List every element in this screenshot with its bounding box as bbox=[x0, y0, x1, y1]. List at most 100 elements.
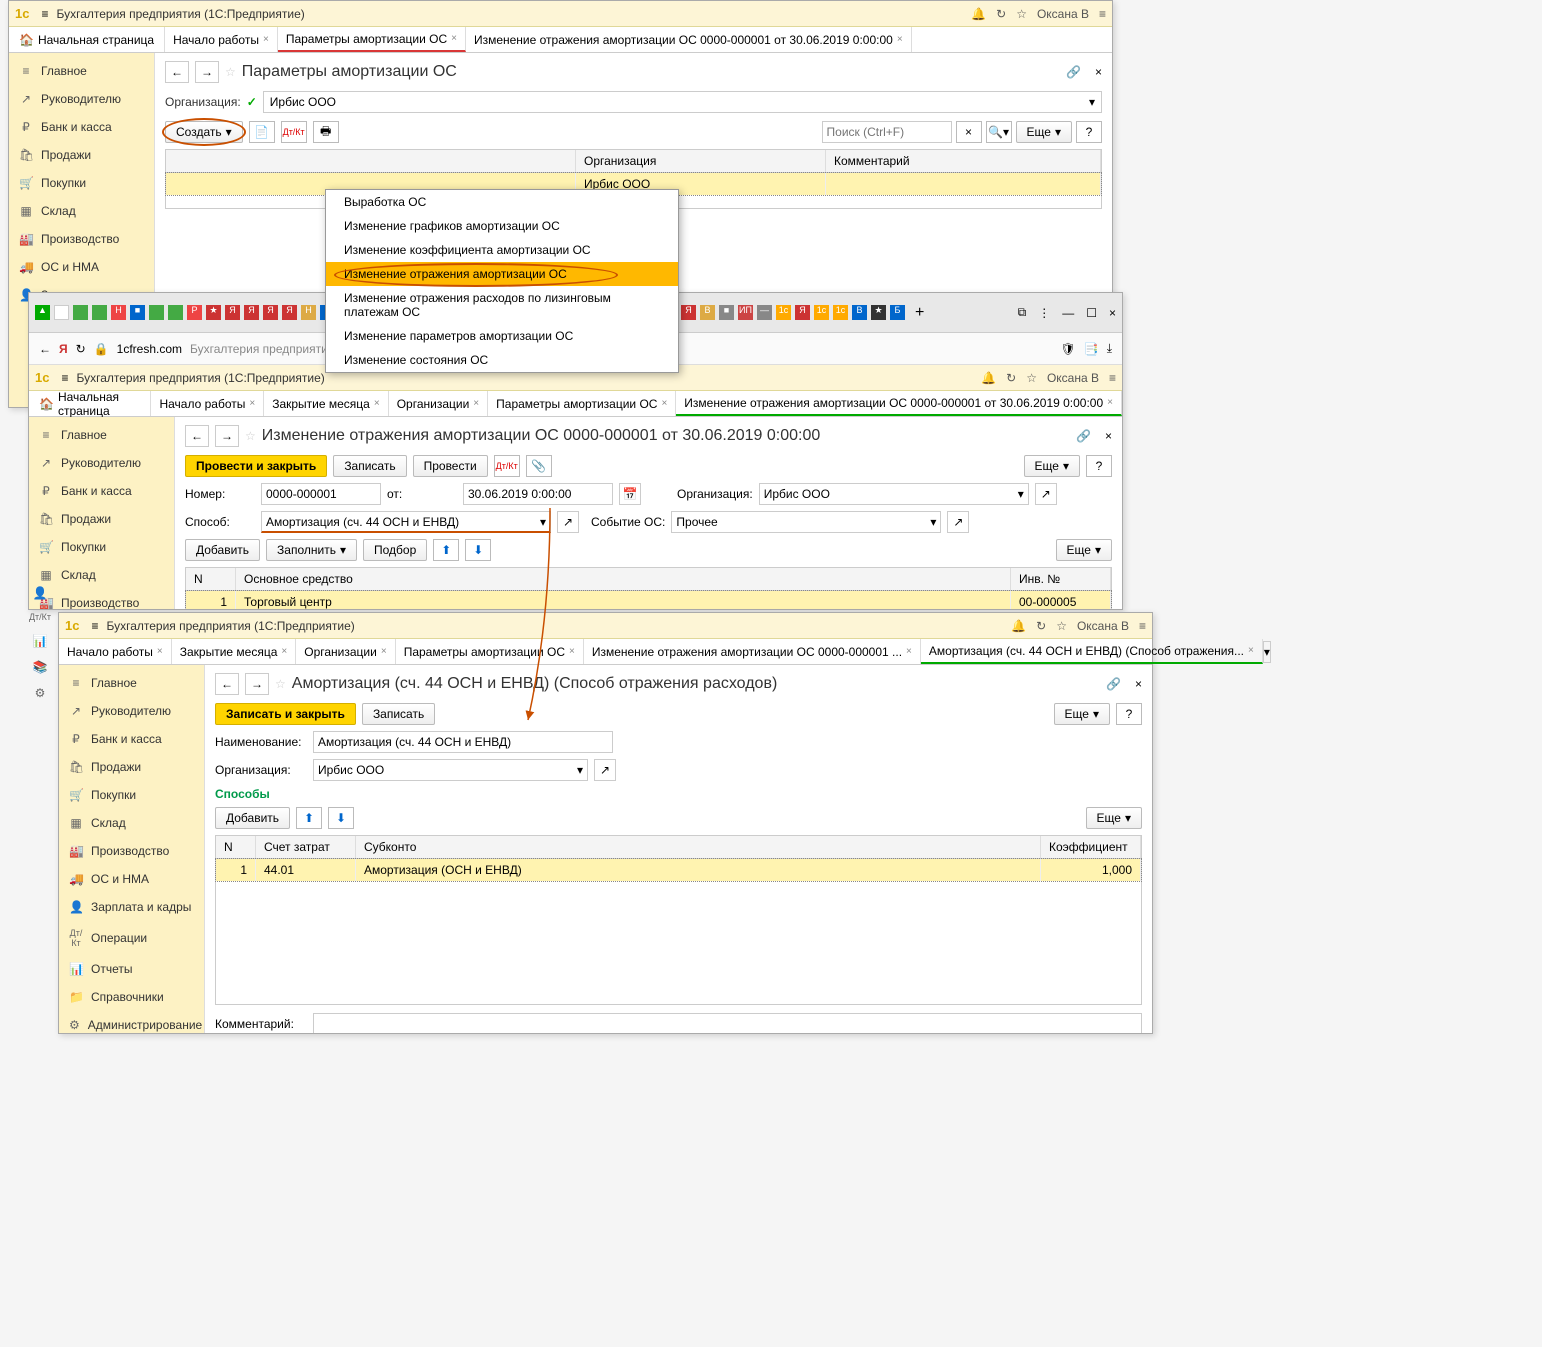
open-method-icon[interactable]: ↗ bbox=[557, 511, 579, 533]
post-button[interactable]: Провести bbox=[413, 455, 488, 477]
close-page-icon[interactable]: × bbox=[1135, 677, 1142, 691]
tab[interactable]: Закрытие месяца× bbox=[264, 391, 389, 416]
open-icon[interactable]: ↗ bbox=[1035, 483, 1057, 505]
sidebar-item-bank[interactable]: ₽Банк и касса bbox=[59, 725, 204, 753]
menu-icon[interactable]: ≡ bbox=[91, 619, 98, 633]
print-button[interactable]: 🖶 bbox=[313, 121, 339, 143]
down-button[interactable]: ⬇ bbox=[328, 807, 354, 829]
more-button[interactable]: Еще ▾ bbox=[1086, 807, 1142, 829]
org-input[interactable]: Ирбис ООО▾ bbox=[759, 483, 1029, 505]
forward-button[interactable]: → bbox=[245, 673, 269, 695]
sidebar-item-sales[interactable]: 🛍Продажи bbox=[9, 141, 154, 169]
menu-icon[interactable]: ≡ bbox=[61, 371, 68, 385]
close-page-icon[interactable]: × bbox=[1105, 429, 1112, 443]
up-button[interactable]: ⬆ bbox=[296, 807, 322, 829]
open-org-icon[interactable]: ↗ bbox=[594, 759, 616, 781]
col-coef[interactable]: Коэффициент bbox=[1041, 836, 1141, 858]
dd-item-selected[interactable]: Изменение отражения амортизации ОС bbox=[326, 262, 678, 286]
write-button[interactable]: Записать bbox=[333, 455, 406, 477]
write-close-button[interactable]: Записать и закрыть bbox=[215, 703, 356, 725]
help-button[interactable]: ? bbox=[1076, 121, 1102, 143]
user-menu-icon[interactable]: ≡ bbox=[1139, 619, 1146, 633]
copy-button[interactable]: 📄 bbox=[249, 121, 275, 143]
sidebar-item-sales[interactable]: 🛍Продажи bbox=[29, 505, 174, 533]
tab[interactable]: Изменение отражения амортизации ОС 0000-… bbox=[584, 639, 921, 664]
down-button[interactable]: ⬇ bbox=[465, 539, 491, 561]
check-icon[interactable]: ✓ bbox=[247, 95, 257, 109]
tab-dropdown[interactable]: ▾ bbox=[1263, 641, 1271, 663]
sidebar-item-warehouse[interactable]: ▦Склад bbox=[9, 197, 154, 225]
back-button[interactable]: ← bbox=[185, 425, 209, 447]
tab-start[interactable]: Начало работы× bbox=[165, 27, 278, 52]
col-org[interactable]: Организация bbox=[576, 150, 826, 172]
star-icon[interactable]: ☆ bbox=[1056, 619, 1067, 633]
open-event-icon[interactable]: ↗ bbox=[947, 511, 969, 533]
comment-input[interactable] bbox=[313, 1013, 1142, 1033]
tab-home[interactable]: 🏠Начальная страница bbox=[9, 27, 165, 52]
sidebar-item-admin[interactable]: ⚙Администрирование bbox=[59, 1011, 204, 1033]
help-button[interactable]: ? bbox=[1116, 703, 1142, 725]
link-icon[interactable]: 🔗 bbox=[1076, 429, 1091, 443]
sidebar-item-production[interactable]: 🏭Производство bbox=[59, 837, 204, 865]
back-icon[interactable]: ← bbox=[39, 342, 51, 356]
col-sub[interactable]: Субконто bbox=[356, 836, 1041, 858]
search-button[interactable]: 🔍▾ bbox=[986, 121, 1012, 143]
grid-row[interactable]: 1 44.01 Амортизация (ОСН и ЕНВД) 1,000 bbox=[216, 859, 1141, 881]
tab[interactable]: Начало работы× bbox=[59, 639, 172, 664]
tab[interactable]: Параметры амортизации ОС× bbox=[396, 639, 584, 664]
dd-item[interactable]: Изменение состояния ОС bbox=[326, 348, 678, 372]
maximize-icon[interactable]: ☐ bbox=[1086, 306, 1097, 320]
sidebar-item-os[interactable]: 🚚ОС и НМА bbox=[9, 253, 154, 281]
user-label[interactable]: Оксана В bbox=[1077, 619, 1129, 633]
user-menu-icon[interactable]: ≡ bbox=[1109, 371, 1116, 385]
event-input[interactable]: Прочее▾ bbox=[671, 511, 941, 533]
sidebar-item-main[interactable]: ≡Главное bbox=[29, 421, 174, 449]
sidebar-item-main[interactable]: ≡Главное bbox=[59, 669, 204, 697]
history-icon[interactable]: ↻ bbox=[996, 7, 1006, 21]
sidebar-item-sales[interactable]: 🛍Продажи bbox=[59, 753, 204, 781]
sidebar-item-purchases[interactable]: 🛒Покупки bbox=[9, 169, 154, 197]
window-menu-icon[interactable]: ⋮ bbox=[1038, 306, 1050, 320]
user-label[interactable]: Оксана В bbox=[1037, 7, 1089, 21]
shield-icon[interactable]: 🛡 bbox=[1061, 342, 1076, 356]
fill-button[interactable]: Заполнить ▾ bbox=[266, 539, 357, 561]
close-icon[interactable]: × bbox=[263, 34, 269, 45]
star-icon[interactable]: ☆ bbox=[1026, 371, 1037, 385]
org-input[interactable]: Ирбис ООО▾ bbox=[313, 759, 588, 781]
sidebar-item-manager[interactable]: ↗Руководителю bbox=[29, 449, 174, 477]
sidebar-item-manager[interactable]: ↗Руководителю bbox=[59, 697, 204, 725]
sidebar-item-production[interactable]: 🏭Производство bbox=[9, 225, 154, 253]
sidebar-item-manager[interactable]: ↗Руководителю bbox=[9, 85, 154, 113]
sidebar-item-warehouse[interactable]: ▦Склад bbox=[59, 809, 204, 837]
history-icon[interactable]: ↻ bbox=[1036, 619, 1046, 633]
tab-params[interactable]: Параметры амортизации ОС× bbox=[278, 27, 466, 52]
date-input[interactable]: 30.06.2019 0:00:00 bbox=[463, 483, 613, 505]
tab[interactable]: Параметры амортизации ОС× bbox=[488, 391, 676, 416]
tab[interactable]: Организации× bbox=[296, 639, 395, 664]
dd-item[interactable]: Изменение коэффициента амортизации ОС bbox=[326, 238, 678, 262]
more-button[interactable]: Еще ▾ bbox=[1056, 539, 1112, 561]
rail-folder-icon[interactable]: 📚 bbox=[28, 654, 52, 680]
sidebar-item-os[interactable]: 🚚ОС и НМА bbox=[59, 865, 204, 893]
sidebar-item-salary[interactable]: 👤Зарплата и кадры bbox=[59, 893, 204, 921]
sidebar-item-ops[interactable]: Дт/КтОперации bbox=[59, 921, 204, 955]
col-n[interactable]: N bbox=[216, 836, 256, 858]
sidebar-item-reports[interactable]: 📊Отчеты bbox=[59, 955, 204, 983]
col-inv[interactable]: Инв. № bbox=[1011, 568, 1111, 590]
minimize-icon[interactable]: — bbox=[1062, 306, 1074, 320]
rail-chart-icon[interactable]: 📊 bbox=[28, 628, 52, 654]
help-button[interactable]: ? bbox=[1086, 455, 1112, 477]
clear-search[interactable]: × bbox=[956, 121, 982, 143]
post-close-button[interactable]: Провести и закрыть bbox=[185, 455, 327, 477]
grid-row[interactable]: 1 Торговый центр 00-000005 bbox=[186, 591, 1111, 609]
tab[interactable]: Начало работы× bbox=[151, 391, 264, 416]
back-button[interactable]: ← bbox=[165, 61, 189, 83]
more-button[interactable]: Еще ▾ bbox=[1054, 703, 1110, 725]
org-input[interactable]: Ирбис ООО▾ bbox=[263, 91, 1102, 113]
more-button[interactable]: Еще ▾ bbox=[1024, 455, 1080, 477]
reload-icon[interactable]: ↻ bbox=[76, 342, 86, 356]
menu-icon[interactable]: ≡ bbox=[41, 7, 48, 21]
back-button[interactable]: ← bbox=[215, 673, 239, 695]
bell-icon[interactable]: 🔔 bbox=[1011, 619, 1026, 633]
col-n[interactable]: N bbox=[186, 568, 236, 590]
